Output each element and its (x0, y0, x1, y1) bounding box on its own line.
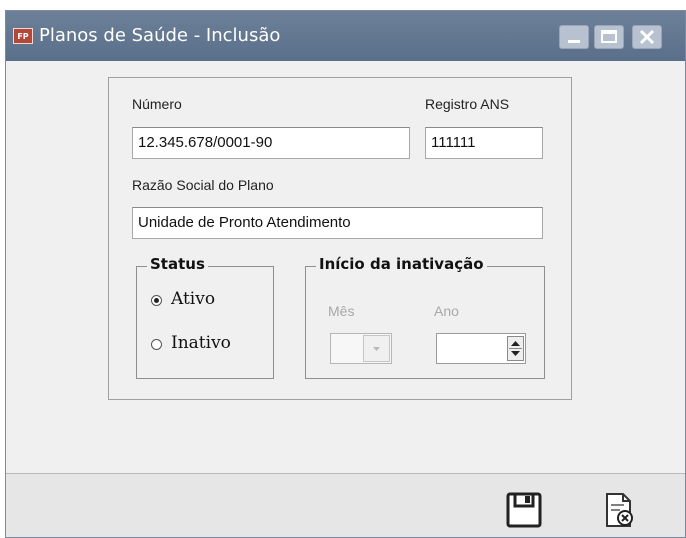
minimize-icon (568, 40, 580, 43)
razao-social-label: Razão Social do Plano (132, 177, 274, 193)
maximize-button[interactable] (594, 25, 624, 49)
ano-label: Ano (434, 303, 459, 319)
status-group-title: Status (147, 255, 208, 273)
radio-ativo-label: Ativo (171, 289, 216, 309)
floppy-disk-icon (506, 492, 542, 528)
spin-arrows-icon (509, 341, 522, 356)
save-button[interactable] (502, 490, 546, 530)
close-button[interactable] (632, 25, 662, 49)
minimize-button[interactable] (559, 25, 589, 49)
window: FP Planos de Saúde - Inclusão Número 12.… (5, 10, 686, 538)
inicio-inativacao-group: Início da inativação Mês Ano (305, 255, 545, 379)
radio-inativo[interactable] (151, 339, 162, 350)
radio-ativo[interactable] (151, 295, 162, 306)
registro-ans-field[interactable]: 111111 (425, 127, 543, 159)
inicio-inativacao-title: Início da inativação (316, 255, 487, 273)
footer-toolbar (6, 474, 685, 537)
mes-label: Mês (328, 303, 355, 319)
maximize-icon (601, 30, 617, 43)
razao-social-field[interactable]: Unidade de Pronto Atendimento (132, 207, 543, 239)
radio-inativo-label: Inativo (171, 333, 231, 353)
ano-spin-buttons[interactable] (507, 336, 524, 361)
chevron-down-icon (373, 347, 380, 351)
app-icon: FP (13, 28, 33, 44)
document-close-icon (606, 493, 633, 527)
title-bar[interactable]: FP Planos de Saúde - Inclusão (6, 11, 685, 61)
content-area: Número 12.345.678/0001-90 Registro ANS 1… (6, 61, 685, 473)
mes-select[interactable] (330, 333, 392, 364)
numero-field[interactable]: 12.345.678/0001-90 (132, 127, 410, 159)
numero-label: Número (132, 96, 182, 112)
close-icon (639, 29, 655, 45)
registro-ans-label: Registro ANS (425, 96, 510, 112)
mes-dropdown-button[interactable] (363, 335, 390, 362)
cancel-button[interactable] (598, 490, 642, 530)
ano-spinner[interactable] (436, 333, 526, 364)
window-title: Planos de Saúde - Inclusão (39, 25, 281, 46)
status-group: Status Ativo Inativo (136, 255, 274, 379)
form-panel: Número 12.345.678/0001-90 Registro ANS 1… (108, 77, 572, 400)
